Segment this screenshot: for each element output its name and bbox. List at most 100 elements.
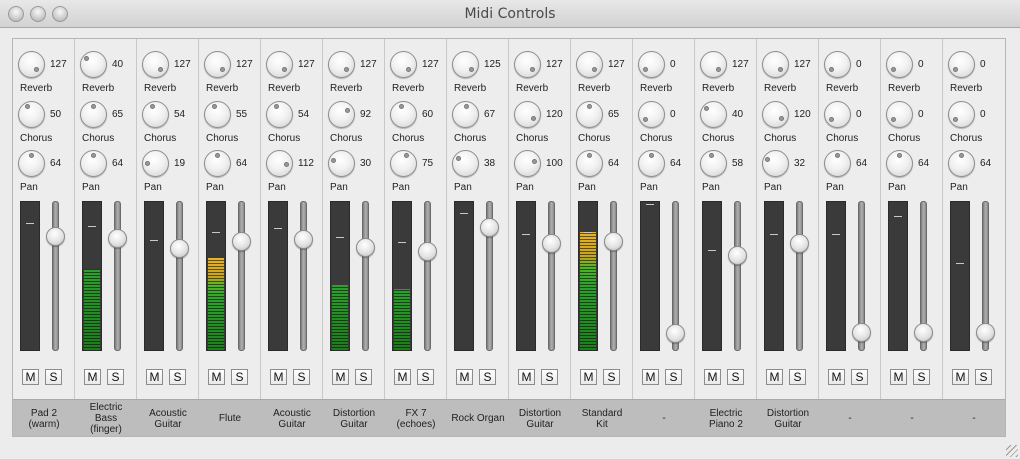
- volume-fader-track[interactable]: [114, 201, 121, 351]
- chorus-knob[interactable]: [824, 101, 851, 128]
- solo-button[interactable]: S: [169, 369, 186, 385]
- reverb-knob[interactable]: [266, 51, 293, 78]
- reverb-knob[interactable]: [762, 51, 789, 78]
- solo-button[interactable]: S: [789, 369, 806, 385]
- mute-button[interactable]: M: [952, 369, 969, 385]
- pan-knob[interactable]: [80, 150, 107, 177]
- solo-button[interactable]: S: [417, 369, 434, 385]
- volume-fader-thumb[interactable]: [232, 232, 251, 252]
- volume-fader-thumb[interactable]: [418, 241, 437, 261]
- volume-fader-track[interactable]: [300, 201, 307, 351]
- reverb-knob[interactable]: [700, 51, 727, 78]
- mute-button[interactable]: M: [270, 369, 287, 385]
- volume-fader-track[interactable]: [796, 201, 803, 351]
- pan-knob[interactable]: [638, 150, 665, 177]
- pan-knob[interactable]: [204, 150, 231, 177]
- chorus-knob[interactable]: [390, 101, 417, 128]
- mute-button[interactable]: M: [22, 369, 39, 385]
- reverb-knob[interactable]: [142, 51, 169, 78]
- mute-button[interactable]: M: [332, 369, 349, 385]
- chorus-knob[interactable]: [762, 101, 789, 128]
- chorus-knob[interactable]: [266, 101, 293, 128]
- chorus-knob[interactable]: [886, 101, 913, 128]
- mute-button[interactable]: M: [828, 369, 845, 385]
- solo-button[interactable]: S: [231, 369, 248, 385]
- chorus-knob[interactable]: [514, 101, 541, 128]
- volume-fader-thumb[interactable]: [294, 229, 313, 249]
- mute-button[interactable]: M: [518, 369, 535, 385]
- solo-button[interactable]: S: [541, 369, 558, 385]
- pan-knob[interactable]: [18, 150, 45, 177]
- mute-button[interactable]: M: [456, 369, 473, 385]
- volume-fader-thumb[interactable]: [480, 218, 499, 238]
- solo-button[interactable]: S: [665, 369, 682, 385]
- solo-button[interactable]: S: [975, 369, 992, 385]
- solo-button[interactable]: S: [603, 369, 620, 385]
- pan-knob[interactable]: [576, 150, 603, 177]
- mute-button[interactable]: M: [208, 369, 225, 385]
- mute-button[interactable]: M: [704, 369, 721, 385]
- volume-fader-track[interactable]: [52, 201, 59, 351]
- pan-knob[interactable]: [886, 150, 913, 177]
- chorus-knob[interactable]: [452, 101, 479, 128]
- volume-fader-track[interactable]: [610, 201, 617, 351]
- pan-knob[interactable]: [266, 150, 293, 177]
- volume-fader-thumb[interactable]: [356, 237, 375, 257]
- volume-fader-track[interactable]: [424, 201, 431, 351]
- mute-button[interactable]: M: [890, 369, 907, 385]
- pan-knob[interactable]: [948, 150, 975, 177]
- reverb-knob[interactable]: [824, 51, 851, 78]
- pan-knob[interactable]: [452, 150, 479, 177]
- volume-fader-thumb[interactable]: [170, 238, 189, 258]
- mute-button[interactable]: M: [642, 369, 659, 385]
- chorus-knob[interactable]: [80, 101, 107, 128]
- solo-button[interactable]: S: [851, 369, 868, 385]
- mute-button[interactable]: M: [84, 369, 101, 385]
- volume-fader-thumb[interactable]: [728, 245, 747, 265]
- volume-fader-track[interactable]: [176, 201, 183, 351]
- volume-fader-track[interactable]: [734, 201, 741, 351]
- chorus-knob[interactable]: [948, 101, 975, 128]
- reverb-knob[interactable]: [514, 51, 541, 78]
- chorus-knob[interactable]: [700, 101, 727, 128]
- reverb-knob[interactable]: [638, 51, 665, 78]
- chorus-knob[interactable]: [18, 101, 45, 128]
- reverb-knob[interactable]: [886, 51, 913, 78]
- reverb-knob[interactable]: [948, 51, 975, 78]
- reverb-knob[interactable]: [80, 51, 107, 78]
- volume-fader-thumb[interactable]: [46, 227, 65, 247]
- pan-knob[interactable]: [762, 150, 789, 177]
- mute-button[interactable]: M: [580, 369, 597, 385]
- mute-button[interactable]: M: [766, 369, 783, 385]
- volume-fader-track[interactable]: [238, 201, 245, 351]
- volume-fader-thumb[interactable]: [852, 322, 871, 342]
- pan-knob[interactable]: [514, 150, 541, 177]
- mute-button[interactable]: M: [146, 369, 163, 385]
- resize-grip-icon[interactable]: [1006, 445, 1018, 457]
- mute-button[interactable]: M: [394, 369, 411, 385]
- reverb-knob[interactable]: [390, 51, 417, 78]
- reverb-knob[interactable]: [452, 51, 479, 78]
- chorus-knob[interactable]: [142, 101, 169, 128]
- solo-button[interactable]: S: [727, 369, 744, 385]
- chorus-knob[interactable]: [328, 101, 355, 128]
- pan-knob[interactable]: [328, 150, 355, 177]
- reverb-knob[interactable]: [204, 51, 231, 78]
- reverb-knob[interactable]: [18, 51, 45, 78]
- volume-fader-thumb[interactable]: [790, 233, 809, 253]
- volume-fader-thumb[interactable]: [914, 322, 933, 342]
- solo-button[interactable]: S: [913, 369, 930, 385]
- volume-fader-thumb[interactable]: [604, 232, 623, 252]
- volume-fader-thumb[interactable]: [108, 228, 127, 248]
- volume-fader-thumb[interactable]: [976, 322, 995, 342]
- reverb-knob[interactable]: [576, 51, 603, 78]
- reverb-knob[interactable]: [328, 51, 355, 78]
- chorus-knob[interactable]: [204, 101, 231, 128]
- chorus-knob[interactable]: [638, 101, 665, 128]
- pan-knob[interactable]: [390, 150, 417, 177]
- solo-button[interactable]: S: [479, 369, 496, 385]
- volume-fader-track[interactable]: [362, 201, 369, 351]
- volume-fader-thumb[interactable]: [542, 233, 561, 253]
- pan-knob[interactable]: [700, 150, 727, 177]
- chorus-knob[interactable]: [576, 101, 603, 128]
